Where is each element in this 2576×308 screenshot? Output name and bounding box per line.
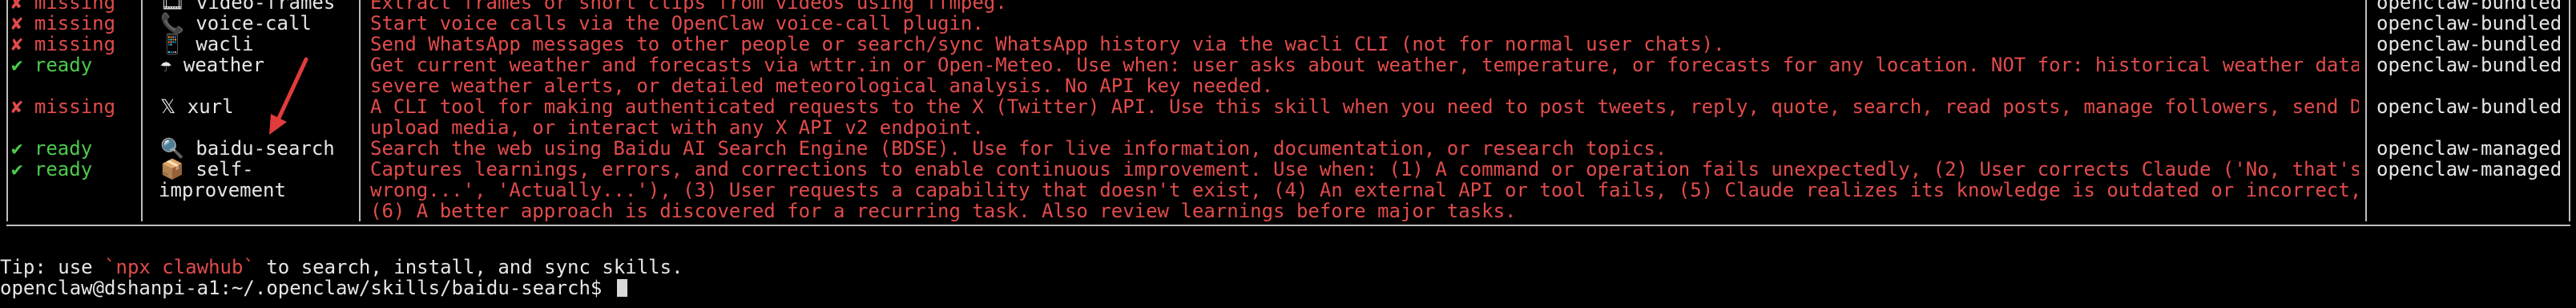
skill-description: Captures learnings, errors, and correcti… xyxy=(370,159,2359,180)
table-border-vertical xyxy=(2569,0,2570,221)
table-border-vertical xyxy=(359,0,361,221)
skill-description: A CLI tool for making authenticated requ… xyxy=(370,96,2359,117)
skill-status: ✔ ready xyxy=(11,55,146,75)
table-border-vertical xyxy=(2365,0,2367,221)
terminal-output: ✘ missing 🎞 video-frames openclaw-bundled E… xyxy=(0,0,2576,226)
skill-source: openclaw-bundled xyxy=(2376,0,2562,14)
skill-description: upload media, or interact with any X API… xyxy=(370,117,984,138)
skill-description: Extract frames or short clips from video… xyxy=(370,0,1007,13)
skill-source: openclaw-managed xyxy=(2376,137,2562,160)
skill-description: (6) A better approach is discovered for … xyxy=(370,201,1517,221)
skill-icon: 📱 xyxy=(160,33,184,55)
skill-description: severe weather alerts, or detailed meteo… xyxy=(370,75,1274,96)
skill-source: openclaw-bundled xyxy=(2376,54,2562,76)
skills-table: ✘ missing 🎞 video-frames openclaw-bundled E… xyxy=(0,0,2576,226)
skill-icon: 📞 xyxy=(160,12,184,34)
table-row: ✘ missing 📱 wacli openclaw-bundled Send Wha… xyxy=(0,34,2576,55)
skill-icon: 🔍 xyxy=(160,137,184,160)
check-icon: ✔ xyxy=(11,54,23,76)
table-row: ✘ missing 🎞 video-frames openclaw-bundled E… xyxy=(0,0,2576,13)
status-label: ready xyxy=(34,158,93,180)
skill-name: 🔍 baidu-search xyxy=(160,138,353,159)
skill-description: Get current weather and forecasts via wt… xyxy=(370,55,2359,75)
table-row: ✔ ready 🔍 baidu-search openclaw-managed Sea… xyxy=(0,138,2576,159)
annotation-arrow xyxy=(269,57,308,135)
tip-command: `npx clawhub` xyxy=(104,256,255,278)
skill-description: Send WhatsApp messages to other people o… xyxy=(370,34,1725,55)
cross-icon: ✘ xyxy=(11,33,23,55)
skill-description: wrong...', 'Actually...'), (3) User requ… xyxy=(370,180,2359,201)
table-row: ✔ ready 📦 self-openclaw-managed Captures l… xyxy=(0,159,2576,221)
table-border-bottom xyxy=(6,225,2570,226)
skill-status: ✘ missing xyxy=(11,0,146,13)
skill-source: openclaw-managed xyxy=(2376,158,2562,180)
tip-line: Tip: use `npx clawhub` to search, instal… xyxy=(0,257,683,278)
skill-label: xurl xyxy=(187,95,234,118)
skill-source: openclaw-bundled xyxy=(2376,33,2562,55)
skill-status: ✔ ready xyxy=(11,159,146,180)
skill-icon: 𝕏 xyxy=(160,95,176,118)
skill-label: voice-call xyxy=(196,12,312,34)
skill-name: 📞 voice-call xyxy=(160,13,353,34)
skill-status: ✘ missing xyxy=(11,13,146,34)
check-icon: ✔ xyxy=(11,137,23,160)
status-label: missing xyxy=(34,95,116,118)
check-icon: ✔ xyxy=(11,158,23,180)
status-label: missing xyxy=(34,33,116,55)
skill-status: ✔ ready xyxy=(11,138,146,159)
skill-source: openclaw-bundled xyxy=(2376,95,2562,118)
skill-name: 📦 self- xyxy=(160,159,353,180)
skill-icon: 📦 xyxy=(160,158,184,180)
skill-label: self- xyxy=(196,158,254,180)
cross-icon: ✘ xyxy=(11,12,23,34)
shell-prompt[interactable]: openclaw@dshanpi-a1:~/.openclaw/skills/b… xyxy=(0,278,627,298)
skill-name: 📱 wacli xyxy=(160,34,353,55)
skill-name: 𝕏 xurl xyxy=(160,96,353,117)
skill-name: 🎞 video-frames xyxy=(160,0,353,13)
skill-name: ☂ weather xyxy=(160,55,353,75)
prompt-text: openclaw@dshanpi-a1:~/.openclaw/skills/b… xyxy=(0,277,614,299)
skill-description: Start voice calls via the OpenClaw voice… xyxy=(370,13,984,34)
status-label: ready xyxy=(34,54,93,76)
skill-description: Search the web using Baidu AI Search Eng… xyxy=(370,138,1667,159)
skill-label-continued: improvement xyxy=(159,179,286,201)
status-label: missing xyxy=(34,12,116,34)
tip-prefix: Tip: use xyxy=(0,256,105,278)
table-row: ✔ ready ☂ weather openclaw-bundled Get curr… xyxy=(0,55,2576,96)
skill-label: weather xyxy=(183,54,265,76)
status-label: ready xyxy=(34,137,93,160)
table-row: ✘ missing 📞 voice-call openclaw-bundled Sta… xyxy=(0,13,2576,34)
skill-icon: ☂ xyxy=(160,54,172,76)
skill-status: ✘ missing xyxy=(11,96,146,117)
table-border-vertical xyxy=(6,0,8,221)
table-border-vertical xyxy=(141,0,143,221)
cross-icon: ✘ xyxy=(11,95,23,118)
text-cursor[interactable] xyxy=(616,279,627,297)
skill-status: ✘ missing xyxy=(11,34,146,55)
skill-source: openclaw-bundled xyxy=(2376,12,2562,34)
tip-suffix: to search, install, and sync skills. xyxy=(254,256,683,278)
skill-label: wacli xyxy=(196,33,254,55)
skill-label: baidu-search xyxy=(196,137,335,160)
table-row: ✘ missing 𝕏 xurl openclaw-bundled A CLI too… xyxy=(0,96,2576,138)
